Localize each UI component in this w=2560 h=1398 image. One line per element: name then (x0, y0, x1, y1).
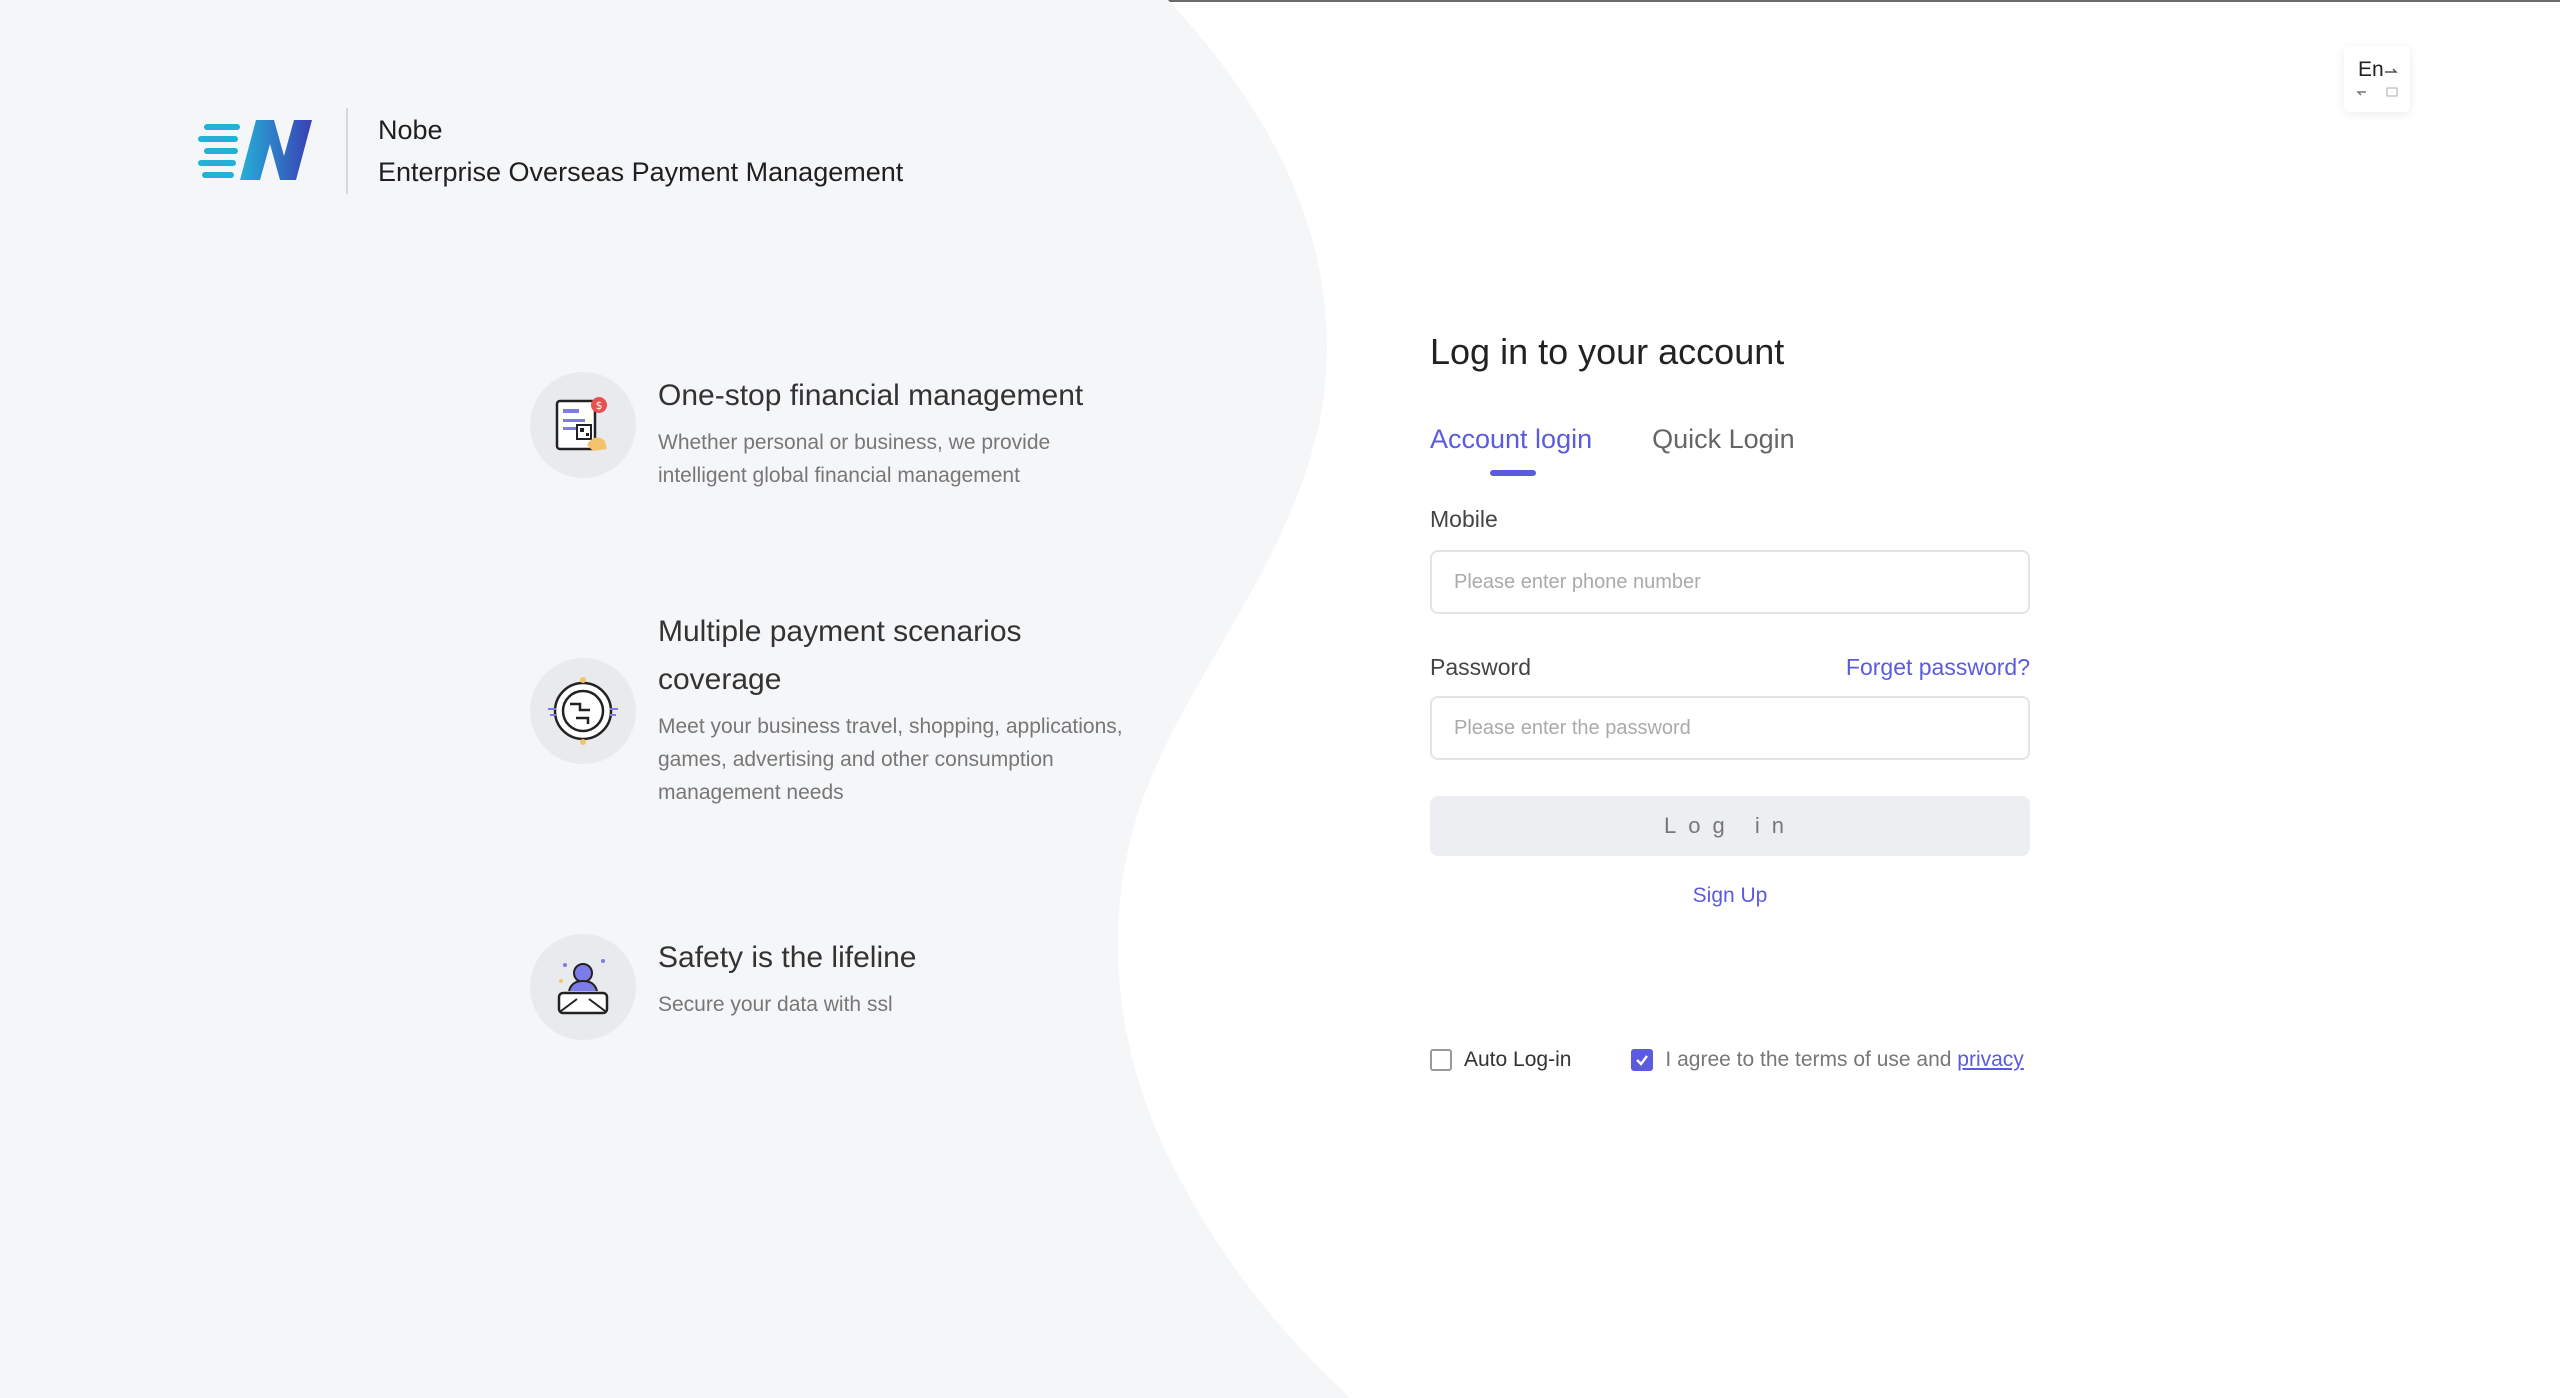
mobile-label: Mobile (1430, 506, 1498, 532)
privacy-link[interactable]: privacy (1957, 1048, 2024, 1071)
sign-up-link[interactable]: Sign Up (1430, 884, 2030, 908)
tab-account-login[interactable]: Account login (1430, 422, 1592, 472)
left-background-wave (0, 0, 1350, 1398)
terms-checkbox[interactable] (1631, 1049, 1654, 1071)
language-toggle-icon (2356, 68, 2398, 97)
auto-login-label: Auto Log-in (1464, 1048, 1572, 1071)
language-switch[interactable]: En (2344, 46, 2410, 112)
forget-password-link[interactable]: Forget password? (1846, 654, 2030, 681)
password-label: Password (1430, 654, 1531, 680)
svg-text:$: $ (596, 399, 603, 412)
financial-management-icon: $ (530, 372, 636, 478)
tab-quick-login[interactable]: Quick Login (1652, 422, 1795, 472)
feature-safety: Safety is the lifeline Secure your data … (530, 934, 1258, 1040)
globe-icon (530, 658, 636, 764)
feature-title: Safety is the lifeline (658, 941, 917, 974)
feature-description: Secure your data with ssl (658, 993, 893, 1016)
mobile-input[interactable] (1430, 550, 2030, 614)
brand-subtitle: Enterprise Overseas Payment Management (378, 157, 904, 187)
agreement-row: Auto Log-in I agree to the terms of use … (1430, 1048, 2030, 1072)
login-tabs: Account login Quick Login (1430, 422, 2030, 472)
feature-description: Meet your business travel, shopping, app… (658, 715, 1123, 804)
feature-title: Multiple payment scenarios coverage (658, 615, 1022, 696)
password-input[interactable] (1430, 696, 2030, 760)
logo-icon (198, 120, 312, 180)
brand-divider (346, 108, 348, 194)
login-button[interactable]: Log in (1430, 796, 2030, 856)
feature-title: One-stop financial management (658, 379, 1084, 412)
login-title: Log in to your account (1430, 331, 1785, 372)
feature-financial-management: $ One-stop financial management Whether … (530, 372, 1258, 492)
brand-header: Nobe Enterprise Overseas Payment Managem… (198, 108, 903, 194)
security-icon (530, 934, 636, 1040)
checkmark-icon (1636, 1055, 1649, 1066)
auto-login-checkbox[interactable] (1430, 1049, 1452, 1071)
brand-name: Nobe (378, 115, 443, 145)
feature-description: Whether personal or business, we provide… (658, 431, 1051, 487)
active-tab-indicator (1490, 470, 1536, 476)
terms-text: I agree to the terms of use and privacy (1665, 1048, 2023, 1072)
terms-prefix: I agree to the terms of use and (1665, 1048, 1952, 1071)
login-panel: Log in to your account Account login Qui… (1430, 330, 2030, 908)
feature-payment-scenarios: Multiple payment scenarios coverage Meet… (530, 608, 1258, 809)
